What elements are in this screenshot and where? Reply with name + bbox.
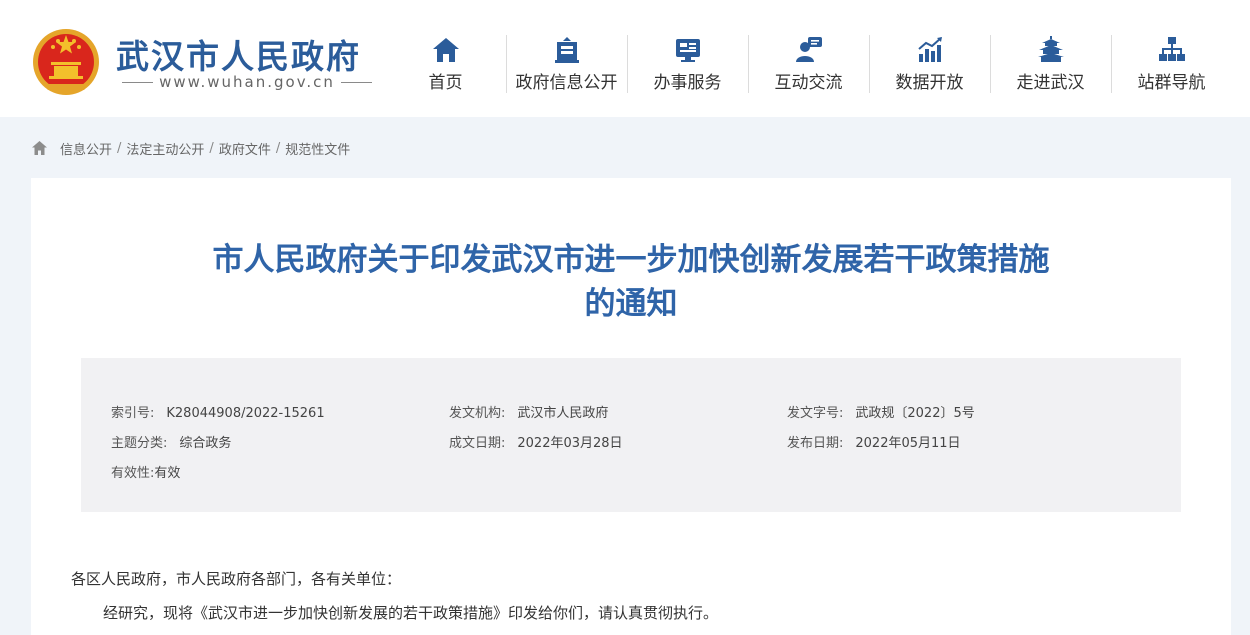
meta-published-date: 发布日期: 2022年05月11日 (787, 436, 961, 451)
meta-category: 主题分类: 综合政务 (111, 436, 232, 451)
meta-validity: 有效性:有效 (111, 466, 181, 481)
nav-label: 站群导航 (1137, 73, 1206, 93)
breadcrumb-info-public[interactable]: 信息公开 (60, 139, 112, 158)
meta-issuer: 发文机构: 武汉市人民政府 (449, 406, 609, 421)
nav-label: 互动交流 (774, 73, 843, 93)
url-left-rule (122, 81, 154, 83)
document-title: 市人民政府关于印发武汉市进一步加快创新发展若干政策措施 的通知 (31, 238, 1231, 326)
breadcrumb: 信息公开 / 法定主动公开 / 政府文件 / 规范性文件 (31, 138, 350, 158)
meta-doc-number: 发文字号: 武政规〔2022〕5号 (787, 406, 975, 421)
nav-label: 首页 (428, 73, 463, 93)
breadcrumb-separator: / (275, 140, 281, 156)
home-icon[interactable] (31, 140, 48, 156)
nav-label: 办事服务 (653, 73, 722, 93)
breadcrumb-separator: / (209, 140, 214, 156)
nav-item-home[interactable]: 首页 (385, 33, 506, 93)
national-emblem-icon[interactable] (31, 26, 101, 98)
nav-item-interaction[interactable]: 互动交流 (748, 33, 869, 93)
nav-label: 走进武汉 (1016, 73, 1085, 93)
site-url: www.wuhan.gov.cn (122, 72, 373, 92)
service-icon (675, 39, 700, 62)
pavilion-icon (1037, 36, 1064, 62)
nav-item-open-data[interactable]: 数据开放 (869, 33, 990, 93)
nav-label: 数据开放 (895, 73, 964, 93)
url-right-rule (340, 81, 373, 83)
breadcrumb-gov-documents[interactable]: 政府文件 (219, 139, 271, 158)
nav-label: 政府信息公开 (515, 73, 618, 93)
chat-user-icon (795, 37, 822, 62)
breadcrumb-normative[interactable]: 规范性文件 (285, 139, 350, 158)
document-title-line2: 的通知 (584, 286, 678, 322)
meta-index: 索引号: K28044908/2022-15261 (111, 406, 325, 421)
body-paragraph: 经研究，现将《武汉市进一步加快创新发展的若干政策措施》印发给你们，请认真贯彻执行… (103, 604, 719, 622)
nav-item-services[interactable]: 办事服务 (627, 33, 748, 93)
nav-item-gov-info[interactable]: 政府信息公开 (506, 33, 627, 93)
nav-item-site-group[interactable]: 站群导航 (1111, 33, 1232, 93)
site-url-text: www.wuhan.gov.cn (159, 73, 335, 91)
chart-icon (917, 37, 942, 62)
breadcrumb-separator: / (117, 140, 122, 156)
building-icon (554, 37, 579, 63)
document-metadata: 索引号: K28044908/2022-15261 发文机构: 武汉市人民政府 发文… (81, 358, 1181, 512)
document-title-line1: 市人民政府关于印发武汉市进一步加快创新发展若干政策措施 (212, 242, 1050, 278)
site-title[interactable]: 武汉市人民政府 (116, 30, 361, 78)
site-header: 武汉市人民政府 www.wuhan.gov.cn 首页 政府信息公开 办事服务 … (0, 0, 1250, 117)
salutation: 各区人民政府，市人民政府各部门，各有关单位： (71, 570, 402, 588)
sitemap-icon (1158, 37, 1185, 61)
document-body: 各区人民政府，市人民政府各部门，各有关单位： 经研究，现将《武汉市进一步加快创新… (71, 568, 1191, 635)
nav-item-about-wuhan[interactable]: 走进武汉 (990, 33, 1111, 93)
main-nav: 首页 政府信息公开 办事服务 互动交流 数据开放 走进武汉 站群导航 (385, 33, 1240, 93)
breadcrumb-statutory[interactable]: 法定主动公开 (126, 139, 204, 158)
home-icon (432, 38, 459, 62)
meta-created-date: 成文日期: 2022年03月28日 (449, 436, 623, 451)
document-card: 市人民政府关于印发武汉市进一步加快创新发展若干政策措施 的通知 索引号: K280… (31, 178, 1231, 635)
